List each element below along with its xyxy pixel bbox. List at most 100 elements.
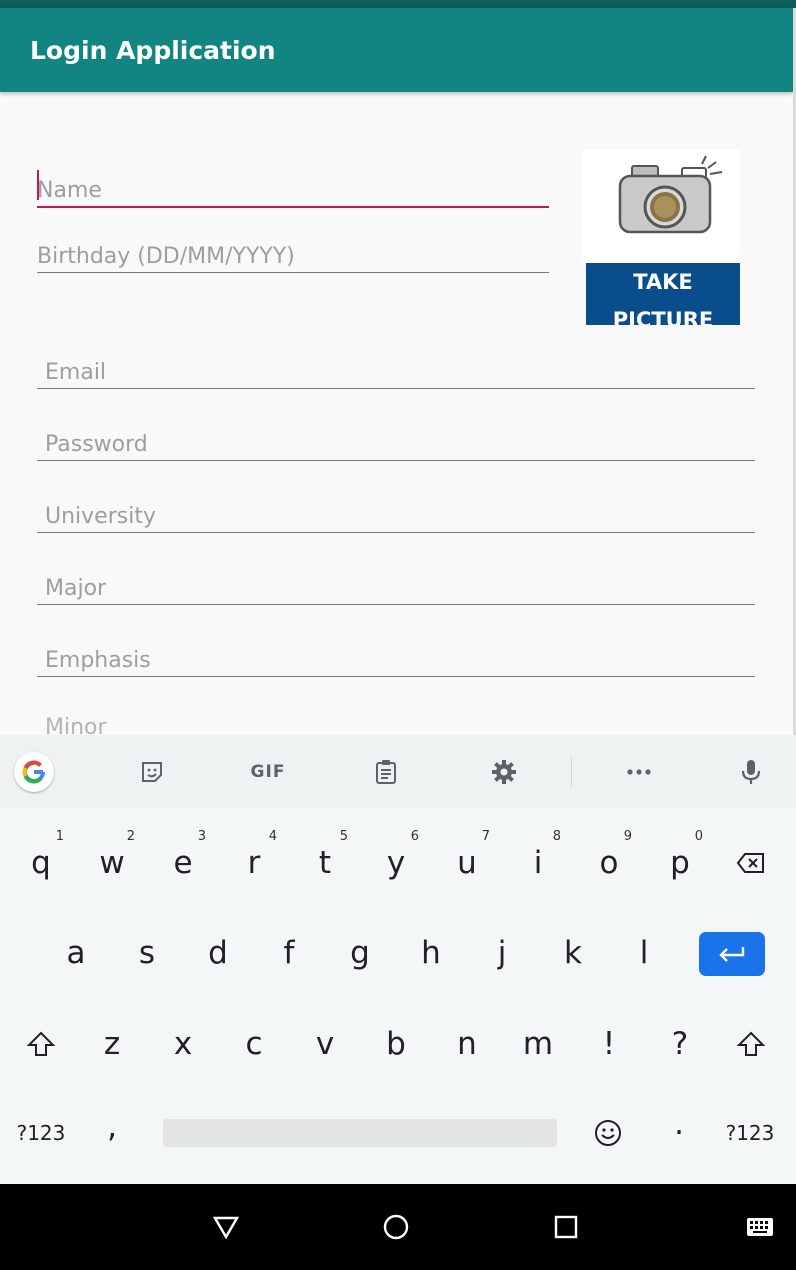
shift-icon <box>737 1031 765 1056</box>
birthday-input[interactable]: Birthday (DD/MM/YYYY) <box>37 232 549 273</box>
key[interactable]: b <box>361 1004 431 1084</box>
key-hint: 0 <box>694 829 703 844</box>
emphasis-placeholder: Emphasis <box>45 648 151 673</box>
password-placeholder: Password <box>45 432 148 457</box>
password-input[interactable]: Password <box>37 420 755 461</box>
shift-icon <box>27 1031 55 1056</box>
take-picture-label: TAKE PICTURE <box>586 263 740 332</box>
university-input[interactable]: University <box>37 492 755 533</box>
key[interactable]: q1 <box>6 823 76 903</box>
google-icon <box>14 752 54 792</box>
take-picture-button[interactable]: TAKE PICTURE <box>582 150 740 332</box>
toolbar-divider <box>571 757 572 787</box>
key-label: q <box>31 845 51 881</box>
app-bar: Login Application <box>0 8 793 92</box>
name-input[interactable]: Name <box>37 166 549 208</box>
key[interactable]: r4 <box>219 823 289 903</box>
clipboard-button[interactable] <box>363 749 409 795</box>
emoji-key[interactable] <box>573 1093 643 1173</box>
key[interactable]: k <box>538 913 608 993</box>
key[interactable]: n <box>432 1004 502 1084</box>
emphasis-input[interactable]: Emphasis <box>37 636 755 677</box>
key-hint: 1 <box>55 829 64 844</box>
key[interactable]: d <box>183 913 253 993</box>
google-button[interactable] <box>11 749 57 795</box>
major-input[interactable]: Major <box>37 564 755 605</box>
settings-button[interactable] <box>481 749 527 795</box>
key-hint: 9 <box>623 829 632 844</box>
shift-key-right[interactable] <box>716 1004 786 1084</box>
home-circle-icon <box>383 1214 409 1240</box>
key[interactable]: u7 <box>432 823 502 903</box>
key[interactable]: a <box>41 913 111 993</box>
key-label: i <box>533 845 543 881</box>
key-label: p <box>670 845 690 881</box>
key[interactable]: e3 <box>148 823 218 903</box>
key[interactable]: c <box>219 1004 289 1084</box>
key-hint: 2 <box>126 829 135 844</box>
more-button[interactable] <box>616 749 662 795</box>
key[interactable]: p0 <box>645 823 715 903</box>
emoji-icon <box>595 1120 621 1146</box>
more-horizontal-icon <box>627 769 651 775</box>
sticker-button[interactable] <box>129 749 175 795</box>
status-bar <box>0 0 796 8</box>
key[interactable]: g <box>325 913 395 993</box>
recents-button[interactable] <box>541 1202 591 1252</box>
key[interactable]: s <box>112 913 182 993</box>
key[interactable]: i8 <box>503 823 573 903</box>
university-placeholder: University <box>45 504 156 529</box>
comma-key[interactable]: , <box>77 1087 147 1167</box>
key-label: y <box>386 845 406 881</box>
key-hint: 8 <box>552 829 561 844</box>
soft-keyboard: GIF q 1 w 2 e 3 r 4 t 5 y 6 u 7 i 8 o 9 … <box>0 735 796 1185</box>
keyboard-switch-button[interactable] <box>735 1202 785 1252</box>
key[interactable]: v <box>290 1004 360 1084</box>
key[interactable]: h <box>396 913 466 993</box>
key-label: e <box>173 845 193 881</box>
key[interactable]: z <box>77 1004 147 1084</box>
voice-input-button[interactable] <box>728 749 774 795</box>
email-input[interactable]: Email <box>37 348 755 389</box>
key[interactable]: o9 <box>574 823 644 903</box>
backspace-icon <box>736 853 764 873</box>
key-hint: 5 <box>339 829 348 844</box>
key-hint: 7 <box>481 829 490 844</box>
key-hint: 4 <box>268 829 277 844</box>
enter-icon <box>719 947 745 962</box>
key[interactable]: y6 <box>361 823 431 903</box>
back-button[interactable] <box>201 1202 251 1252</box>
name-placeholder: Name <box>37 178 102 203</box>
key[interactable]: ? <box>645 1004 715 1084</box>
key[interactable]: m <box>503 1004 573 1084</box>
microphone-icon <box>741 760 761 784</box>
email-placeholder: Email <box>45 360 107 385</box>
shift-key[interactable] <box>6 1004 76 1084</box>
space-bar[interactable] <box>163 1119 557 1147</box>
gif-label: GIF <box>250 762 286 782</box>
key[interactable]: ! <box>574 1004 644 1084</box>
camera-image <box>582 150 740 263</box>
gif-button[interactable]: GIF <box>245 749 291 795</box>
key-hint: 6 <box>410 829 419 844</box>
key-hint: 3 <box>197 829 206 844</box>
navigation-bar <box>0 1184 796 1270</box>
keyboard-icon <box>747 1218 773 1236</box>
symbols-key[interactable]: ?123 <box>6 1093 76 1173</box>
sticker-icon <box>142 762 162 782</box>
key[interactable]: f <box>254 913 324 993</box>
key-label: u <box>457 845 477 881</box>
key[interactable]: w2 <box>77 823 147 903</box>
backspace-key[interactable] <box>716 823 786 903</box>
key[interactable]: t5 <box>290 823 360 903</box>
camera-icon <box>618 155 723 234</box>
clipboard-icon <box>376 760 396 784</box>
key-label: o <box>599 845 619 881</box>
key[interactable]: x <box>148 1004 218 1084</box>
home-button[interactable] <box>371 1202 421 1252</box>
key[interactable]: j <box>467 913 537 993</box>
period-key[interactable]: · <box>644 1093 714 1173</box>
symbols-key-right[interactable]: ?123 <box>715 1093 785 1173</box>
key[interactable]: l <box>609 913 679 993</box>
enter-key[interactable] <box>699 932 765 976</box>
